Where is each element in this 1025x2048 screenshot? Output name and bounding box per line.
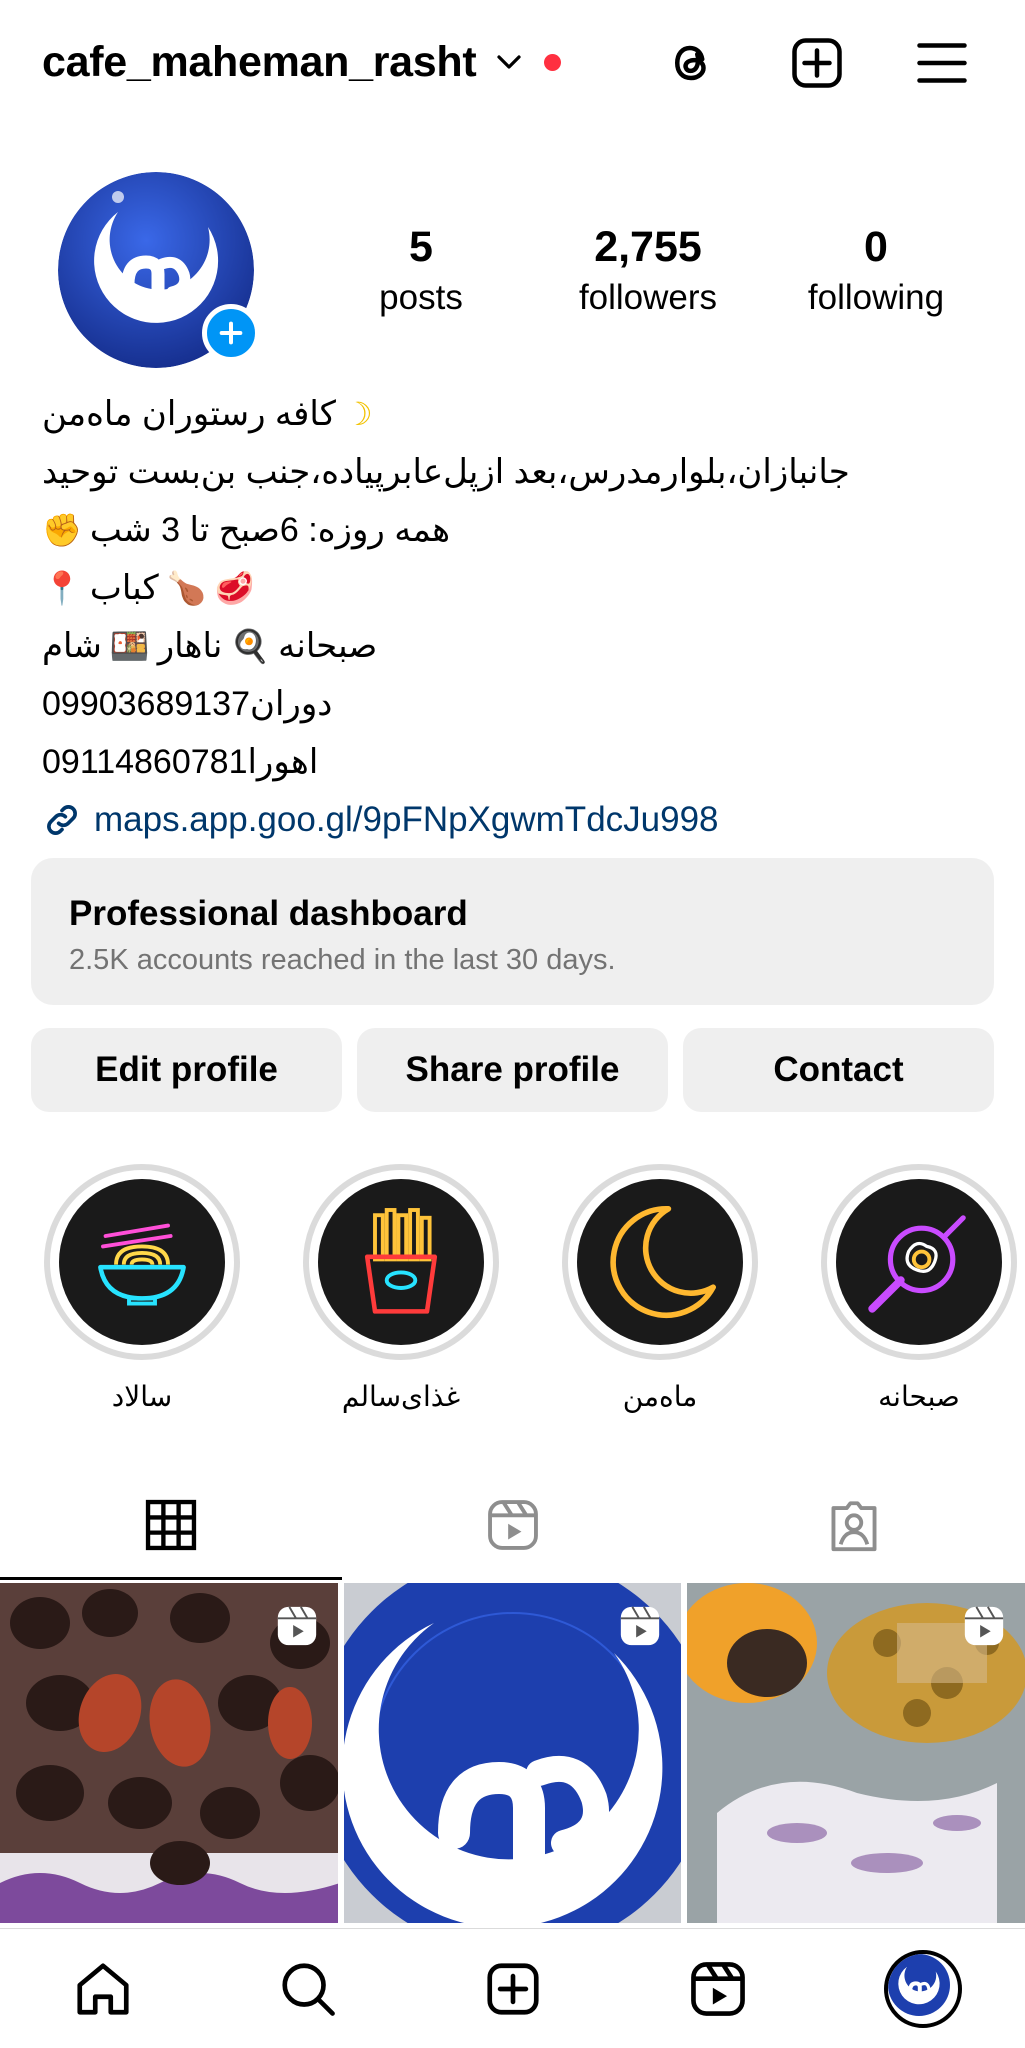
reel-badge-icon <box>277 1606 316 1646</box>
contact-button[interactable]: Contact <box>683 1028 994 1112</box>
reels-icon <box>690 1961 745 2016</box>
profile-tabs <box>0 1470 1025 1580</box>
followers-label: followers <box>578 278 718 317</box>
highlight-label: ماه‌من <box>622 1381 698 1412</box>
posts-label: posts <box>379 278 463 317</box>
reels-icon <box>487 1500 538 1550</box>
reel-badge-icon <box>621 1606 660 1646</box>
dashboard-title: Professional dashboard <box>69 894 468 933</box>
bio-phone2[interactable]: 09114860781 <box>42 733 247 791</box>
tab-tagged[interactable] <box>683 1470 1025 1580</box>
reel-badge-icon <box>964 1606 1004 1646</box>
bio-link-text: maps.app.goo.gl/9pFNpXgwmTdcJu998 <box>94 800 719 839</box>
bento-icon: 🍱 <box>109 628 150 664</box>
stat-posts[interactable]: 5 posts <box>311 218 531 320</box>
nav-home[interactable] <box>58 1944 148 2034</box>
post-tile-logo[interactable] <box>343 1583 682 1923</box>
post-tile-chicken[interactable] <box>687 1583 1025 1923</box>
bottom-navigation <box>0 1928 1025 2048</box>
tab-reels[interactable] <box>342 1470 684 1580</box>
tab-posts-grid[interactable] <box>0 1470 342 1580</box>
stat-following[interactable]: 0 following <box>766 218 986 320</box>
threads-icon[interactable] <box>658 30 724 96</box>
pin-icon: 📍 <box>42 570 82 606</box>
notification-dot <box>544 53 562 71</box>
drumstick-icon: 🍗 <box>166 570 207 606</box>
following-label: following <box>807 278 945 317</box>
crescent-moon-icon <box>577 1179 743 1345</box>
profile-avatar-icon <box>883 1949 962 2028</box>
fist-icon: ✊ <box>42 512 82 548</box>
bio-hours-line: ✊ همه روزه: 6صبح تا 3 شب <box>42 501 992 559</box>
tagged-icon <box>831 1501 877 1552</box>
egg-pan-icon: 🍳 <box>230 628 271 664</box>
highlight-ring <box>44 1164 240 1360</box>
professional-dashboard[interactable]: Professional dashboard 2.5K accounts rea… <box>31 858 994 1005</box>
nav-reels[interactable] <box>673 1944 763 2034</box>
bio-meals-line: شام 🍱 ناهار 🍳 صبحانه <box>42 617 992 675</box>
bio-meal-lunch: ناهار <box>157 627 223 665</box>
highlight-label: سالاد <box>111 1381 173 1412</box>
stat-followers[interactable]: 2,755 followers <box>538 218 758 320</box>
nav-search[interactable] <box>263 1944 353 2034</box>
steak-icon: 🥩 <box>214 570 255 606</box>
chevron-down-icon <box>497 55 522 69</box>
crescent-moon-icon: ☽ <box>343 396 373 432</box>
highlight-label: صبحانه <box>878 1381 960 1412</box>
profile-avatar[interactable] <box>58 172 260 368</box>
bio-name-line: کافه رستوران ماه‌من ☽ <box>42 385 992 443</box>
highlight-breakfast[interactable]: صبحانه <box>819 1164 1019 1413</box>
grid-icon <box>145 1499 196 1551</box>
create-icon <box>486 1962 539 2015</box>
bio-phone1-name: دوران <box>250 685 333 723</box>
bio-phone2-line: 09114860781 اهورا <box>42 733 992 791</box>
bio-address-line: جانبازان،بلوارمدرس،بعد ازپل‌عابرپیاده،جن… <box>42 443 992 501</box>
bio-phone2-name: اهورا <box>247 743 319 781</box>
post-tile-kebab[interactable] <box>0 1583 338 1923</box>
bio-hours: همه روزه: 6صبح تا 3 شب <box>89 511 451 549</box>
dashboard-subtitle: 2.5K accounts reached in the last 30 day… <box>69 944 616 976</box>
highlight-mahemen[interactable]: ماه‌من <box>560 1164 760 1413</box>
posts-count: 5 <box>409 223 433 271</box>
bio-meal-dinner: شام <box>42 627 102 665</box>
bio-address: جانبازان،بلوارمدرس،بعد ازپل‌عابرپیاده،جن… <box>42 453 850 491</box>
search-icon <box>281 1962 335 2016</box>
username: cafe_maheman_rasht <box>42 37 477 86</box>
highlight-ring <box>562 1164 758 1360</box>
home-icon <box>76 1962 129 2015</box>
bio-kabab: کباب <box>89 569 159 607</box>
followers-count: 2,755 <box>594 223 702 271</box>
top-bar: cafe_maheman_rasht <box>0 0 1025 125</box>
highlight-healthy-food[interactable]: غذای‌سالم <box>301 1164 501 1413</box>
bio-name: کافه رستوران ماه‌من <box>42 395 336 433</box>
following-count: 0 <box>864 223 888 271</box>
nav-create[interactable] <box>468 1944 558 2034</box>
posts-grid <box>0 1583 1025 1923</box>
highlight-label: غذای‌سالم <box>341 1381 461 1412</box>
menu-icon[interactable] <box>909 30 975 96</box>
nav-profile[interactable] <box>878 1944 968 2034</box>
bio-phone1-line: 09903689137 دوران <box>42 675 992 733</box>
bio-link[interactable]: maps.app.goo.gl/9pFNpXgwmTdcJu998 <box>42 791 992 849</box>
bio-phone1[interactable]: 09903689137 <box>42 675 250 733</box>
highlight-ring <box>303 1164 499 1360</box>
highlight-salad[interactable]: سالاد <box>42 1164 242 1413</box>
noodle-bowl-icon <box>59 1179 225 1345</box>
account-switcher[interactable]: cafe_maheman_rasht <box>42 32 562 92</box>
frying-pan-icon <box>836 1179 1002 1345</box>
fries-icon <box>318 1179 484 1345</box>
bio-kabab-line: 📍 کباب 🍗 🥩 <box>42 559 992 617</box>
create-icon[interactable] <box>784 30 850 96</box>
profile-actions: Edit profile Share profile Contact <box>31 1028 994 1112</box>
highlight-ring <box>821 1164 1017 1360</box>
share-profile-button[interactable]: Share profile <box>357 1028 668 1112</box>
edit-profile-button[interactable]: Edit profile <box>31 1028 342 1112</box>
link-icon <box>47 805 77 835</box>
bio-meal-breakfast: صبحانه <box>278 627 378 665</box>
bio: کافه رستوران ماه‌من ☽ جانبازان،بلوارمدرس… <box>42 385 992 849</box>
add-story-button[interactable] <box>202 304 260 362</box>
